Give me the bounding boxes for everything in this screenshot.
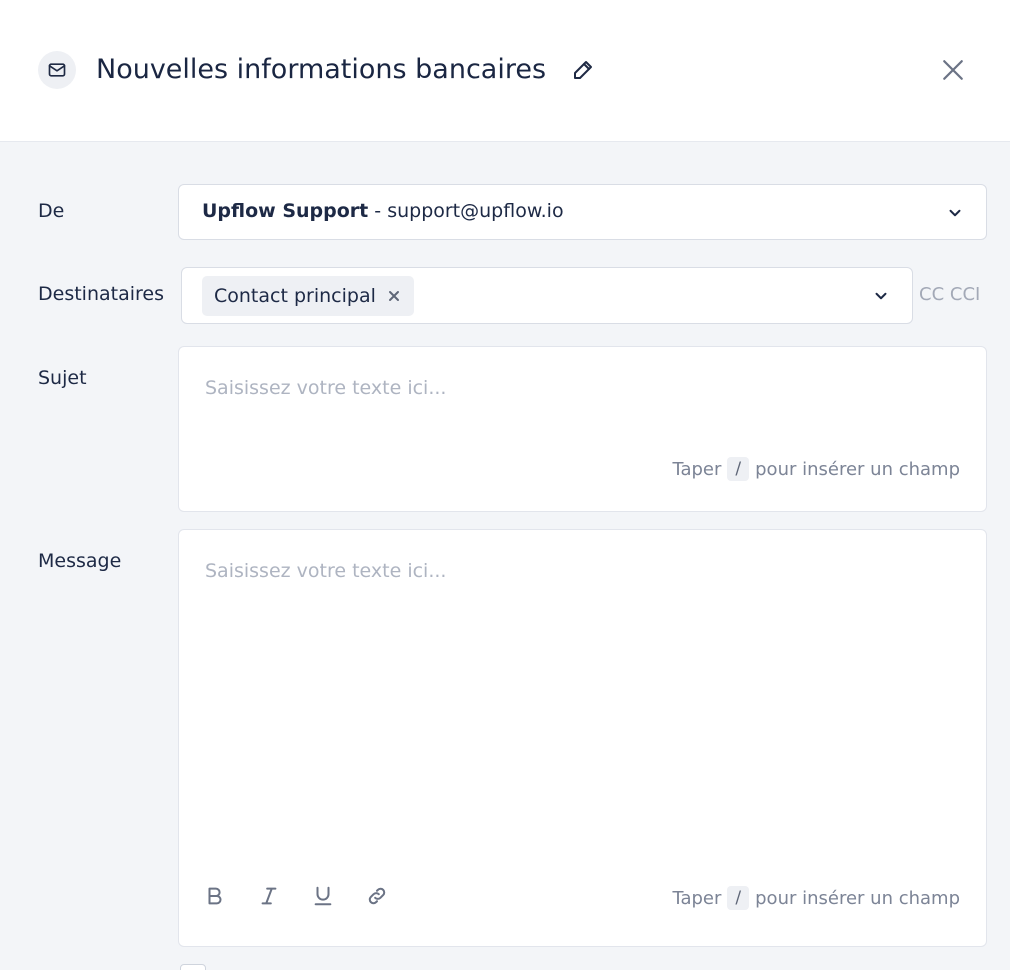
pencil-icon[interactable]	[571, 58, 595, 82]
remove-chip-icon[interactable]	[386, 288, 402, 304]
message-input[interactable]: Saisissez votre texte ici... Taper / pou…	[178, 529, 987, 947]
formatting-toolbar	[203, 884, 389, 908]
chevron-down-icon[interactable]	[872, 287, 890, 305]
recipient-chip-label: Contact principal	[214, 285, 376, 307]
recipients-label: Destinataires	[38, 283, 164, 305]
slash-key: /	[727, 886, 750, 910]
subject-placeholder: Saisissez votre texte ici...	[205, 377, 447, 399]
message-label: Message	[38, 550, 122, 572]
from-select[interactable]: Upflow Support - support@upflow.io	[178, 184, 987, 240]
underline-icon	[314, 886, 332, 906]
hint-text-after: pour insérer un champ	[755, 887, 960, 909]
from-value: Upflow Support - support@upflow.io	[202, 200, 564, 222]
email-template-modal: Nouvelles informations bancaires De Upfl…	[0, 0, 1010, 970]
cc-bcc-links: CC CCI	[919, 284, 980, 305]
hint-text-before: Taper	[672, 458, 722, 480]
hint-text-before: Taper	[672, 887, 722, 909]
subject-label: Sujet	[38, 367, 87, 389]
message-field-hint: Taper / pour insérer un champ	[672, 886, 960, 910]
cc-link[interactable]: CC	[919, 284, 944, 305]
message-placeholder: Saisissez votre texte ici...	[205, 560, 447, 582]
modal-header: Nouvelles informations bancaires	[0, 0, 1010, 142]
slash-key: /	[727, 457, 750, 481]
subject-input[interactable]: Saisissez votre texte ici... Taper / pou…	[178, 346, 987, 512]
bcc-link[interactable]: CCI	[950, 284, 980, 305]
italic-icon	[261, 887, 277, 905]
template-icon-badge	[38, 51, 76, 89]
link-icon	[368, 887, 386, 905]
italic-button[interactable]	[257, 884, 281, 908]
chevron-down-icon[interactable]	[946, 204, 964, 222]
bold-button[interactable]	[203, 884, 227, 908]
sender-name: Upflow Support	[202, 200, 369, 222]
attachment-checkbox[interactable]	[180, 964, 206, 970]
close-icon[interactable]	[938, 55, 968, 85]
subject-field-hint: Taper / pour insérer un champ	[672, 457, 960, 481]
underline-button[interactable]	[311, 884, 335, 908]
page-title: Nouvelles informations bancaires	[96, 54, 547, 85]
bold-icon	[208, 887, 222, 905]
sender-email: support@upflow.io	[387, 200, 564, 222]
sender-separator: -	[368, 200, 388, 222]
recipient-chip: Contact principal	[202, 276, 414, 316]
hint-text-after: pour insérer un champ	[755, 458, 960, 480]
mail-icon	[48, 63, 66, 77]
recipients-select[interactable]: Contact principal	[181, 267, 913, 324]
from-label: De	[38, 200, 65, 222]
link-button[interactable]	[365, 884, 389, 908]
